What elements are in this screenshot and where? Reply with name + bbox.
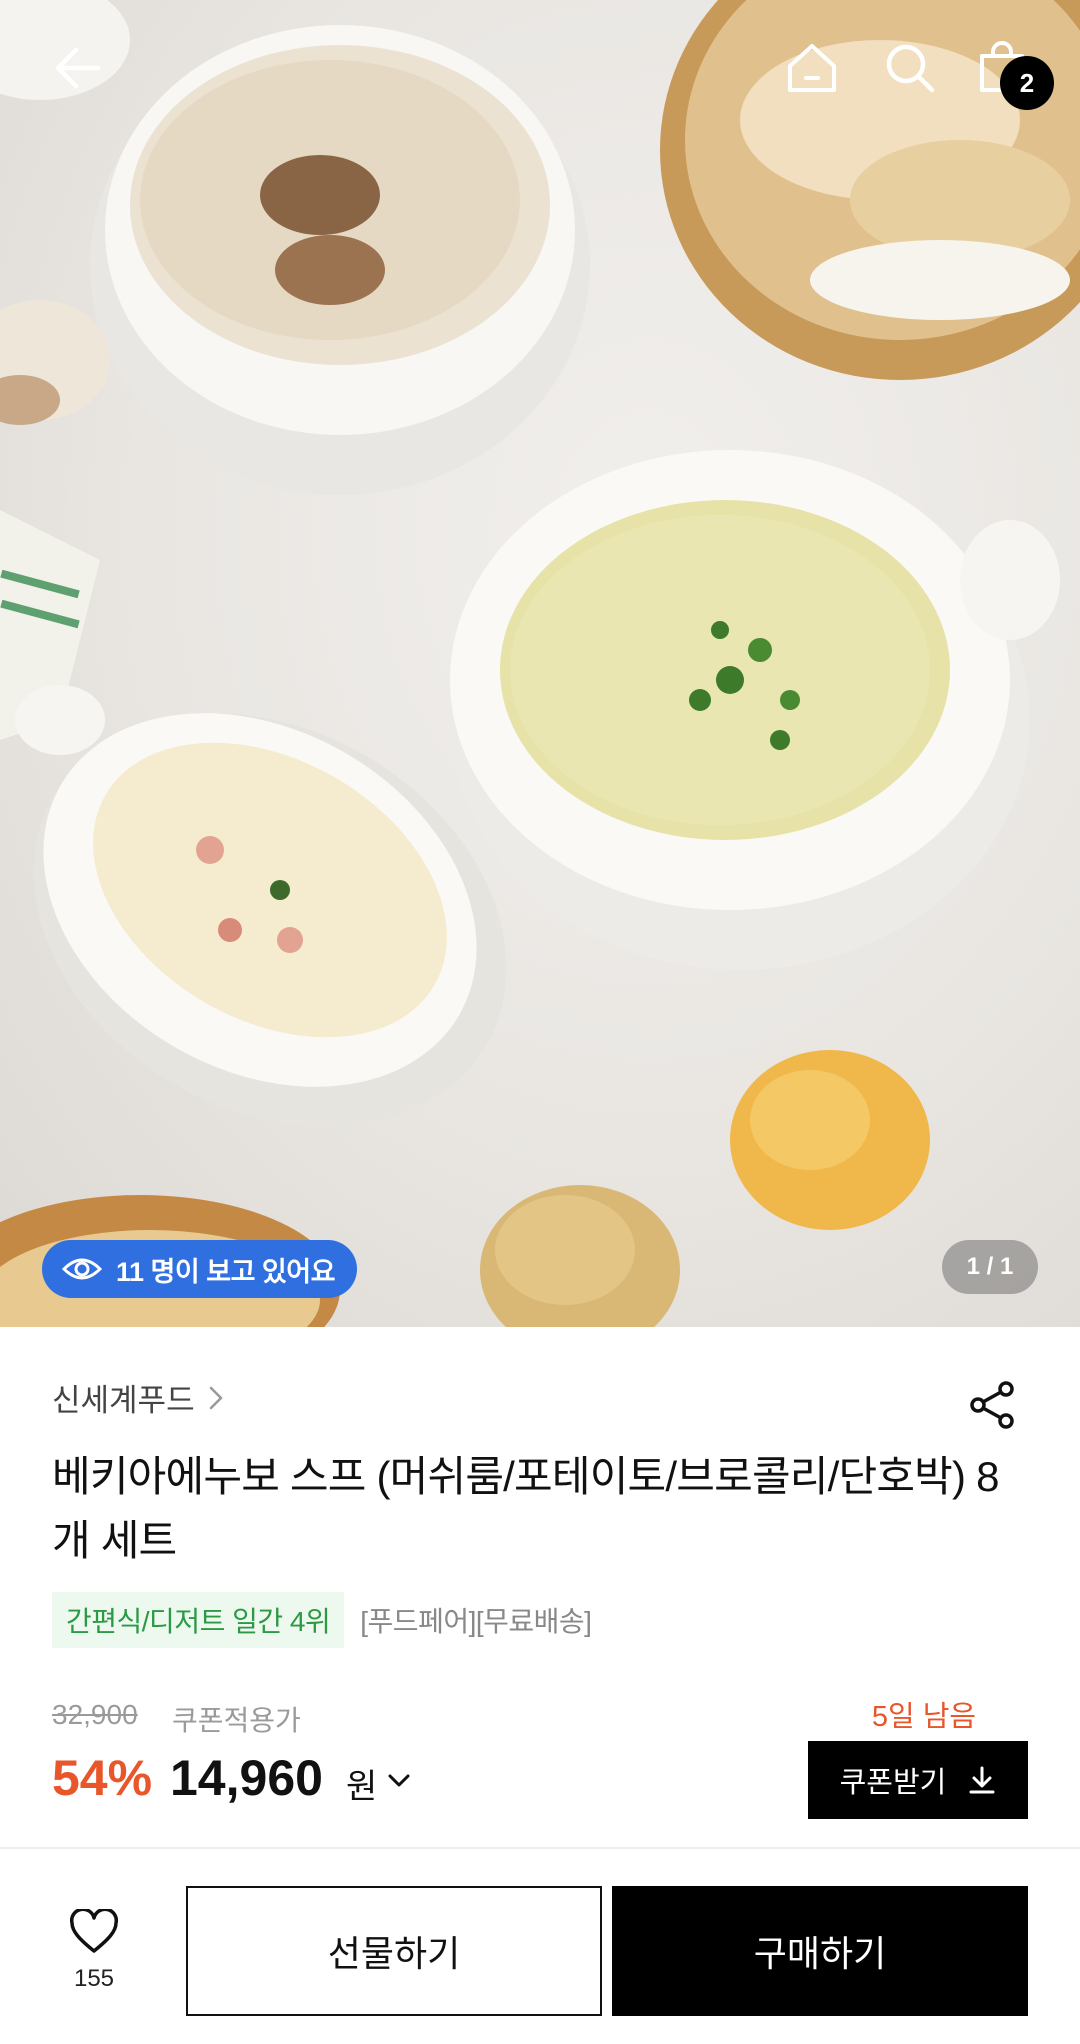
price-section: 32,900 쿠폰적용가 54% 14,960 원 5일 남음 쿠폰받기 <box>52 1699 1028 1839</box>
product-tags: 간편식/디저트 일간 4위 [푸드페어][무료배송] <box>52 1592 592 1648</box>
coupon-days-left: 5일 남음 <box>871 1701 977 1733</box>
cart-count-badge: 2 <box>1000 56 1054 110</box>
back-button[interactable] <box>38 28 118 108</box>
share-button[interactable] <box>966 1379 1026 1439</box>
product-title: 베키아에누보 스프 (머쉬룸/포테이토/브로콜리/단호박) 8개 세트 <box>52 1453 999 1564</box>
bottom-action-bar: 155 선물하기 구매하기 <box>0 1847 1080 2044</box>
live-viewers-badge: 11 명이 보고 있어요 <box>42 1240 357 1298</box>
ranking-badge[interactable]: 간편식/디저트 일간 4위 <box>52 1592 345 1648</box>
home-icon <box>788 44 836 92</box>
download-icon <box>969 1766 995 1794</box>
search-icon <box>886 44 935 93</box>
product-image-carousel[interactable]: 2 11 명이 보고 있어요 1 / 1 <box>0 0 1080 1327</box>
buy-button[interactable]: 구매하기 <box>612 1886 1028 2016</box>
image-pager-indicator: 1 / 1 <box>942 1240 1038 1294</box>
final-price: 14,960 <box>170 1750 323 1806</box>
like-button[interactable]: 155 <box>52 1909 136 1993</box>
chevron-down-icon[interactable] <box>386 1771 412 1791</box>
gift-button[interactable]: 선물하기 <box>186 1886 602 2016</box>
product-photo <box>0 0 1080 1327</box>
brand-link[interactable]: 신세계푸드 <box>52 1375 227 1420</box>
like-count: 155 <box>73 1965 115 1992</box>
get-coupon-button[interactable]: 쿠폰받기 <box>808 1741 1028 1819</box>
top-navigation-bar: 2 <box>0 0 1080 140</box>
home-button[interactable] <box>772 28 852 108</box>
eye-icon <box>62 1258 102 1280</box>
discount-rate: 54% <box>52 1750 153 1806</box>
promo-tags: [푸드페어][무료배송] <box>360 1606 592 1637</box>
live-viewers-text: 11 명이 보고 있어요 <box>116 1256 335 1287</box>
search-button[interactable] <box>870 28 950 108</box>
share-icon <box>970 1381 1014 1429</box>
get-coupon-label: 쿠폰받기 <box>839 1767 947 1799</box>
coupon-price-label: 쿠폰적용가 <box>172 1705 301 1736</box>
brand-name: 신세계푸드 <box>52 1383 195 1418</box>
back-arrow-icon <box>55 47 101 89</box>
original-price: 32,900 <box>52 1699 138 1730</box>
chevron-right-icon <box>209 1386 222 1409</box>
heart-icon <box>69 1909 119 1953</box>
currency-unit: 원 <box>346 1768 378 1806</box>
